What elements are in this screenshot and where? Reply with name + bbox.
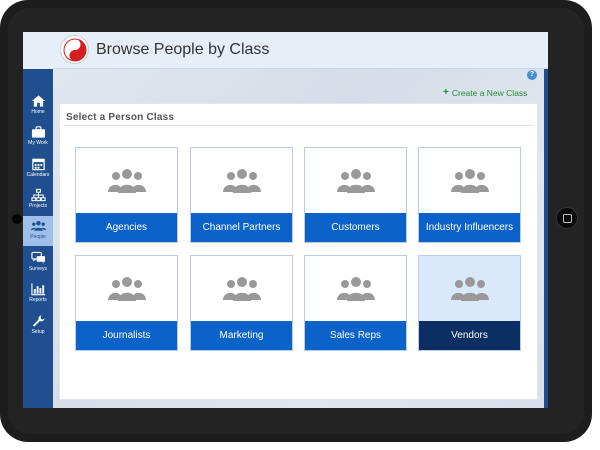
sidebar-item-label: Projects (28, 203, 48, 209)
sidebar-item-setup[interactable]: Setup (23, 311, 53, 341)
sidebar-item-label: Home (31, 109, 45, 115)
sidebar-item-label: My Work (28, 140, 48, 146)
class-card-customers[interactable]: Customers (304, 147, 407, 243)
home-button-icon (563, 214, 572, 223)
sidebar-item-label: People (30, 234, 46, 240)
sidebar-item-home[interactable]: Home (23, 91, 53, 121)
class-card-marketing[interactable]: Marketing (190, 255, 293, 351)
class-selection-panel: Select a Person Class Agencies Channel P… (59, 103, 538, 400)
class-card-label: Vendors (419, 321, 520, 350)
bar-chart-icon (30, 283, 45, 296)
sidebar-item-reports[interactable]: Reports (23, 279, 53, 309)
sidebar: Home My Work Calendars Projects People S… (23, 69, 53, 408)
class-card-channel-partners[interactable]: Channel Partners (190, 147, 293, 243)
people-group-icon (222, 168, 261, 193)
sidebar-item-label: Calendars (26, 172, 50, 178)
hierarchy-icon (30, 188, 46, 202)
people-group-icon (450, 276, 489, 301)
people-group-icon (336, 276, 375, 301)
class-card-label: Customers (305, 213, 406, 242)
people-group-icon (450, 168, 489, 193)
people-group-icon (107, 276, 146, 301)
class-card-label: Agencies (76, 213, 177, 242)
help-icon[interactable]: ? (527, 70, 537, 80)
right-edge-strip (544, 69, 548, 408)
sidebar-item-my-work[interactable]: My Work (23, 122, 53, 152)
class-card-journalists[interactable]: Journalists (75, 255, 178, 351)
panel-divider (64, 125, 534, 126)
people-group-icon (107, 168, 146, 193)
yin-yang-icon (63, 38, 86, 61)
app-logo[interactable] (60, 35, 89, 64)
class-card-agencies[interactable]: Agencies (75, 147, 178, 243)
class-card-vendors[interactable]: Vendors (418, 255, 521, 351)
class-card-label: Sales Reps (305, 321, 406, 350)
home-icon (31, 95, 45, 107)
people-group-icon (336, 168, 375, 193)
create-class-link[interactable]: + Create a New Class (443, 87, 528, 99)
people-icon (30, 220, 46, 231)
class-card-label: Channel Partners (191, 213, 292, 242)
sidebar-item-projects[interactable]: Projects (23, 185, 53, 215)
class-card-industry-influencers[interactable]: Industry Influencers (418, 147, 521, 243)
plus-icon: + (443, 87, 449, 98)
people-group-icon (222, 276, 261, 301)
sidebar-item-label: Setup (31, 329, 45, 335)
class-card-label: Marketing (191, 321, 292, 350)
page-title: Browse People by Class (96, 41, 270, 58)
class-card-label: Journalists (76, 321, 177, 350)
panel-title: Select a Person Class (66, 112, 175, 123)
class-card-label: Industry Influencers (419, 213, 520, 242)
sidebar-top-spacer (23, 32, 53, 69)
tablet-frame: Browse People by Class Home My Work Cale… (0, 0, 592, 442)
briefcase-icon (31, 126, 45, 138)
calendar-icon (31, 158, 45, 171)
app-header: Browse People by Class (53, 32, 548, 69)
wrench-icon (32, 315, 45, 327)
sidebar-item-calendars[interactable]: Calendars (23, 154, 53, 184)
sidebar-item-surveys[interactable]: Surveys (23, 248, 53, 278)
app-screen: Browse People by Class Home My Work Cale… (23, 32, 548, 408)
chat-bubbles-icon (30, 251, 45, 265)
create-class-label: Create a New Class (451, 88, 528, 98)
sidebar-item-label: Surveys (28, 266, 48, 272)
home-hardware-button[interactable] (556, 207, 578, 229)
camera-dot (12, 214, 22, 224)
sidebar-item-label: Reports (29, 297, 47, 303)
class-card-sales-reps[interactable]: Sales Reps (304, 255, 407, 351)
sidebar-item-people[interactable]: People (23, 216, 53, 246)
